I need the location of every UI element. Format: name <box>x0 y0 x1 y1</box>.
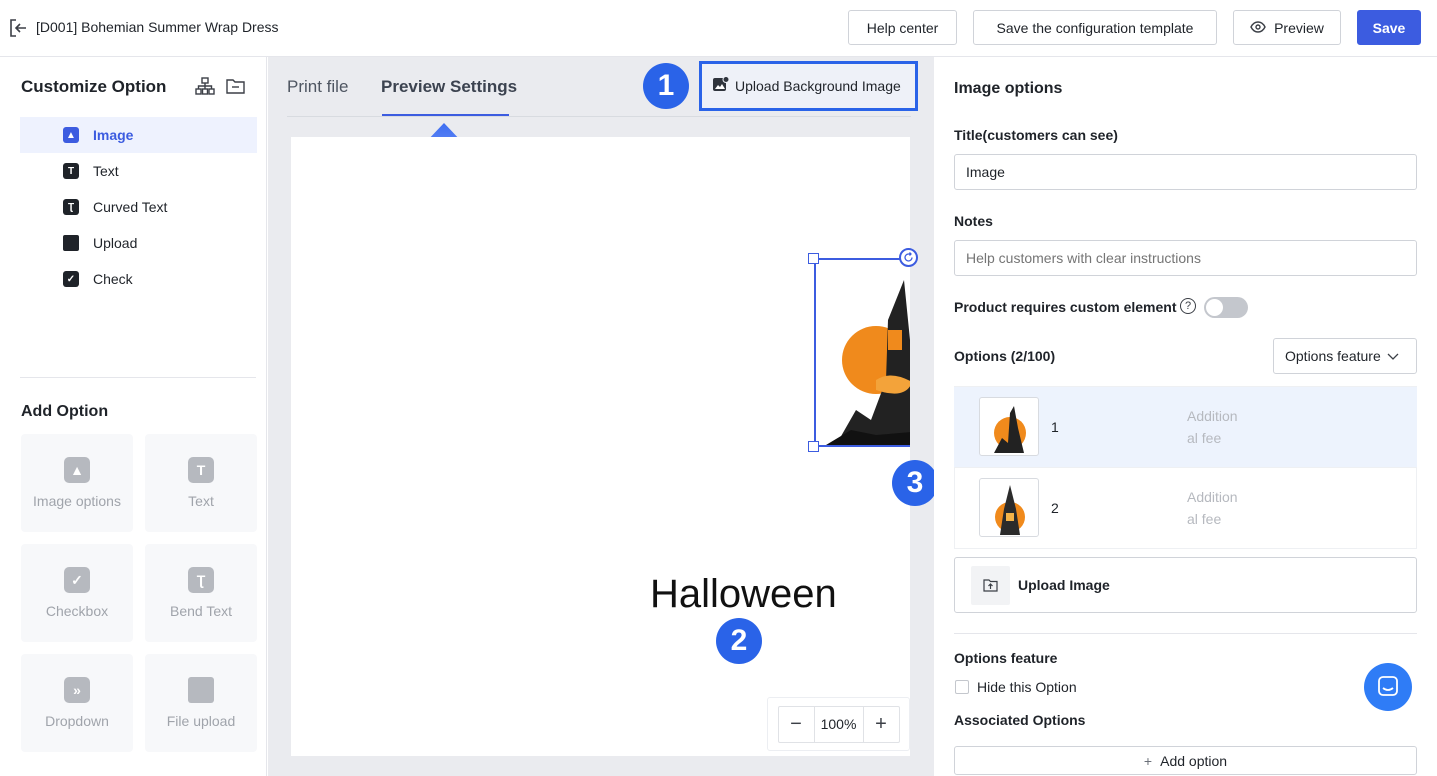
resize-handle-tl[interactable] <box>808 253 819 264</box>
option-row[interactable]: 2 Addition al fee <box>954 468 1417 549</box>
rotate-handle-icon[interactable] <box>899 248 918 267</box>
nav-item-upload[interactable]: Upload <box>20 225 257 261</box>
preview-button[interactable]: Preview <box>1233 10 1341 45</box>
save-button[interactable]: Save <box>1357 10 1421 45</box>
eye-icon <box>1250 20 1266 36</box>
image-upload-icon <box>712 76 730 96</box>
add-option-title: Add Option <box>21 403 109 420</box>
requires-custom-label: Product requires custom element <box>954 299 1177 315</box>
zoom-out-button[interactable]: − <box>779 707 814 742</box>
step-badge-1: 1 <box>643 63 689 109</box>
help-circle-icon[interactable]: ? <box>1180 298 1196 314</box>
tabs-divider <box>287 116 911 117</box>
folder-open-icon[interactable] <box>226 78 245 94</box>
option-thumbnail <box>979 397 1039 456</box>
option-name: 1 <box>1051 419 1059 435</box>
add-image-options-card[interactable]: ▲ Image options <box>21 434 133 532</box>
options-feature-dropdown[interactable]: Options feature <box>1273 338 1417 374</box>
image-icon: ▲ <box>64 457 90 483</box>
associated-options-label: Associated Options <box>954 712 1086 728</box>
upload-background-button[interactable]: Upload Background Image <box>699 61 918 111</box>
image-icon: ▲ <box>63 127 79 143</box>
dropdown-icon: » <box>64 677 90 703</box>
tab-preview-settings[interactable]: Preview Settings <box>381 77 517 97</box>
folder-icon <box>188 677 214 703</box>
save-template-button[interactable]: Save the configuration template <box>973 10 1217 45</box>
text-icon: T <box>63 163 79 179</box>
haunted-house-image <box>826 280 910 445</box>
additional-fee-input[interactable]: Addition al fee <box>1187 405 1238 449</box>
upload-icon <box>971 565 1010 605</box>
add-bend-text-card[interactable]: Ʈ Bend Text <box>145 544 257 642</box>
hierarchy-icon[interactable] <box>195 77 215 95</box>
step-badge-3: 3 <box>892 460 938 506</box>
option-name: 2 <box>1051 500 1059 516</box>
add-dropdown-card[interactable]: » Dropdown <box>21 654 133 752</box>
chat-support-button[interactable] <box>1364 663 1412 711</box>
tab-print-file[interactable]: Print file <box>287 77 348 97</box>
divider <box>20 377 256 378</box>
add-option-button[interactable]: + Add option <box>954 746 1417 775</box>
selected-image-element[interactable] <box>814 258 910 447</box>
title-input[interactable] <box>954 154 1417 190</box>
upload-image-button[interactable]: Upload Image <box>954 557 1417 613</box>
checkbox-icon: ✓ <box>64 567 90 593</box>
text-icon: T <box>188 457 214 483</box>
add-checkbox-card[interactable]: ✓ Checkbox <box>21 544 133 642</box>
panel-title: Customize Option <box>21 77 167 96</box>
title-label: Title(customers can see) <box>954 127 1118 143</box>
additional-fee-input[interactable]: Addition al fee <box>1187 486 1238 530</box>
options-feature-title: Options feature <box>954 650 1058 666</box>
bend-text-icon: Ʈ <box>188 567 214 593</box>
divider <box>954 633 1417 634</box>
image-options-panel: Image options Title(customers can see) N… <box>934 57 1437 776</box>
checkbox-icon: ✓ <box>63 271 79 287</box>
step-badge-2: 2 <box>716 618 762 664</box>
customize-option-panel: Customize Option ▲ Image T Text Ʈ Curved… <box>0 57 267 776</box>
panel-title: Image options <box>954 80 1063 97</box>
nav-item-check[interactable]: ✓ Check <box>20 261 257 297</box>
top-bar: [D001] Bohemian Summer Wrap Dress Help c… <box>0 0 1437 57</box>
notes-label: Notes <box>954 213 993 229</box>
folder-icon <box>63 235 79 251</box>
zoom-level: 100% <box>813 706 864 742</box>
zoom-in-button[interactable]: + <box>864 707 899 742</box>
resize-handle-bl[interactable] <box>808 441 819 452</box>
nav-item-image[interactable]: ▲ Image <box>20 117 257 153</box>
notes-input[interactable] <box>954 240 1417 276</box>
page-title: [D001] Bohemian Summer Wrap Dress <box>36 19 279 35</box>
zoom-control: − 100% + <box>767 697 910 751</box>
help-center-button[interactable]: Help center <box>848 10 957 45</box>
chat-icon <box>1377 675 1399 700</box>
hide-option-label: Hide this Option <box>977 679 1077 695</box>
option-thumbnail <box>979 478 1039 537</box>
exit-icon[interactable] <box>9 18 27 38</box>
add-text-card[interactable]: T Text <box>145 434 257 532</box>
nav-item-curved-text[interactable]: Ʈ Curved Text <box>20 189 257 225</box>
plus-icon: + <box>1143 752 1153 769</box>
options-count-label: Options (2/100) <box>954 348 1056 364</box>
nav-item-text[interactable]: T Text <box>20 153 257 189</box>
chevron-down-icon <box>1387 348 1399 364</box>
add-file-upload-card[interactable]: File upload <box>145 654 257 752</box>
canvas-area: Print file Preview Settings 1 Upload Bac… <box>268 57 938 776</box>
requires-custom-toggle[interactable] <box>1204 297 1248 318</box>
hide-option-checkbox[interactable] <box>955 680 969 694</box>
canvas-text-halloween[interactable]: Halloween <box>650 572 837 617</box>
curved-text-icon: Ʈ <box>63 199 79 215</box>
option-row[interactable]: 1 Addition al fee <box>954 387 1417 468</box>
